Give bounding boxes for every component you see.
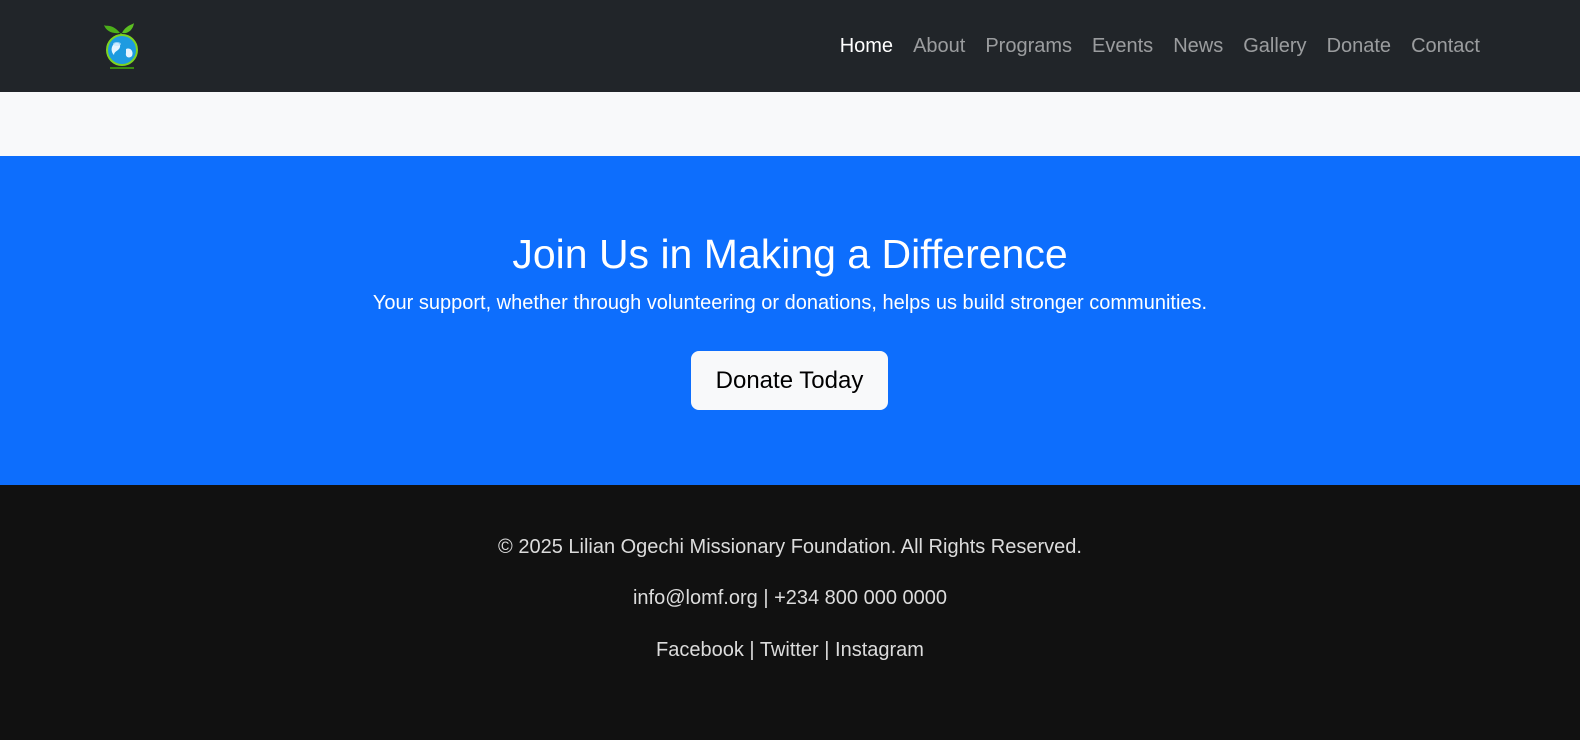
nav-link-events[interactable]: Events bbox=[1092, 36, 1153, 56]
nav-link-about[interactable]: About bbox=[913, 36, 965, 56]
donate-today-button[interactable]: Donate Today bbox=[691, 351, 888, 410]
cta-title: Join Us in Making a Difference bbox=[512, 231, 1068, 277]
footer-phone-link[interactable]: +234 800 000 0000 bbox=[774, 587, 947, 609]
footer-instagram-link[interactable]: Instagram bbox=[835, 639, 924, 661]
footer-facebook-link[interactable]: Facebook bbox=[656, 639, 744, 661]
nav-link-home[interactable]: Home bbox=[840, 36, 893, 56]
footer-social: Facebook | Twitter | Instagram bbox=[0, 637, 1580, 663]
logo-icon[interactable] bbox=[102, 21, 142, 71]
cta-section: Join Us in Making a Difference Your supp… bbox=[0, 156, 1580, 485]
nav-link-news[interactable]: News bbox=[1173, 36, 1223, 56]
nav-link-contact[interactable]: Contact bbox=[1411, 36, 1480, 56]
light-strip bbox=[0, 92, 1580, 156]
footer-separator: | bbox=[757, 587, 775, 609]
footer-email-link[interactable]: info@lomf.org bbox=[633, 587, 758, 609]
footer-separator: | bbox=[818, 639, 836, 661]
top-navbar: Home About Programs Events News Gallery … bbox=[0, 0, 1580, 92]
nav-link-programs[interactable]: Programs bbox=[985, 36, 1072, 56]
nav-link-gallery[interactable]: Gallery bbox=[1243, 36, 1306, 56]
footer-twitter-link[interactable]: Twitter bbox=[760, 639, 819, 661]
footer-contact: info@lomf.org | +234 800 000 0000 bbox=[0, 585, 1580, 611]
footer-copyright: © 2025 Lilian Ogechi Missionary Foundati… bbox=[498, 536, 1082, 558]
nav-links: Home About Programs Events News Gallery … bbox=[820, 0, 1480, 92]
footer-separator: | bbox=[743, 639, 760, 661]
footer: © 2025 Lilian Ogechi Missionary Foundati… bbox=[0, 485, 1580, 740]
cta-subtitle: Your support, whether through volunteeri… bbox=[372, 292, 1208, 314]
nav-link-donate[interactable]: Donate bbox=[1327, 36, 1392, 56]
